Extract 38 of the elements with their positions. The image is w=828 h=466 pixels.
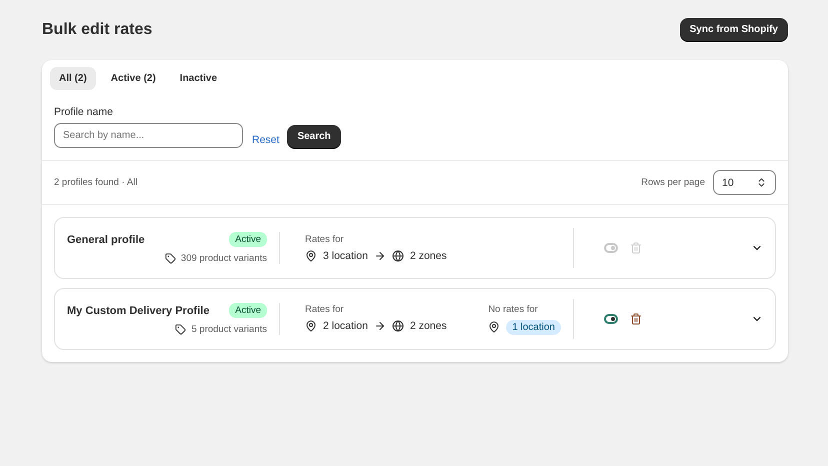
location-pill: 1 location [506, 320, 561, 334]
search-button[interactable]: Search [287, 125, 341, 148]
zone-count: 2 zones [410, 250, 447, 262]
variant-count: 309 product variants [180, 253, 267, 264]
arrow-icon [374, 320, 386, 332]
results-count: 2 profiles found · All [54, 177, 138, 188]
reset-link[interactable]: Reset [252, 134, 280, 146]
rows-label: Rows per page [641, 177, 705, 188]
rates-label: Rates for [305, 234, 345, 245]
pin-icon [305, 250, 317, 262]
zone-count: 2 zones [410, 320, 447, 332]
location-count: 3 location [323, 250, 368, 262]
profile-name: General profile [67, 234, 145, 246]
pin-icon [305, 320, 317, 332]
search-field[interactable]: Search by name... [54, 123, 243, 148]
delete-icon[interactable] [630, 313, 642, 325]
tag-icon [175, 324, 186, 335]
field-label: Profile name [54, 106, 114, 118]
pin-icon [488, 321, 500, 333]
status-toggle[interactable] [604, 314, 618, 324]
tag-icon [164, 253, 176, 264]
filter-tab[interactable]: All (2) [50, 67, 96, 90]
location-count: 2 location [323, 320, 368, 332]
filter-tab[interactable]: Active (2) [102, 67, 165, 90]
sync-button[interactable]: Sync from Shopify [680, 18, 788, 41]
rows-select[interactable]: 10 [713, 170, 776, 195]
status-badge: Active [229, 232, 267, 247]
arrow-icon [374, 250, 386, 262]
globe-icon [392, 250, 404, 262]
status-badge: Active [229, 303, 267, 318]
no-rates-label: No rates for [488, 304, 539, 314]
profile-name: My Custom Delivery Profile [67, 304, 210, 316]
rates-label: Rates for [305, 304, 345, 314]
globe-icon [392, 320, 404, 332]
page-title: Bulk edit rates [42, 20, 152, 38]
updown-icon [756, 177, 767, 188]
variant-count: 5 product variants [191, 324, 267, 335]
filter-tab[interactable]: Inactive [170, 67, 226, 90]
